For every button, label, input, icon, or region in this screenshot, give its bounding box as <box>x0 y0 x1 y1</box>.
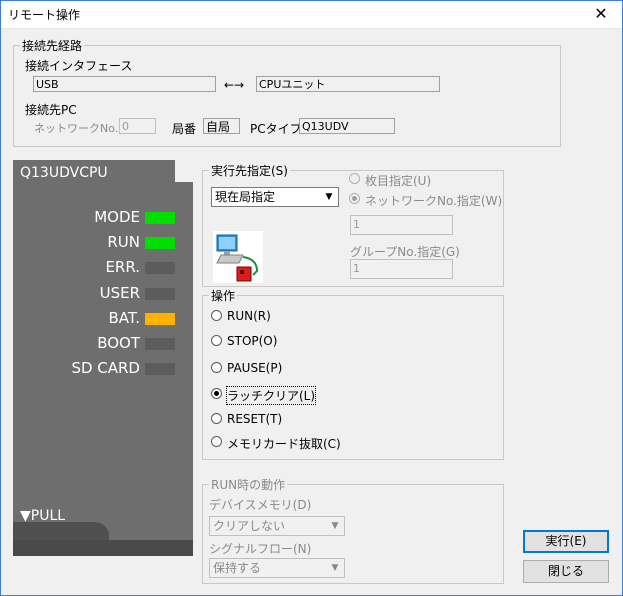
signal-flow-value: 保持する <box>213 561 262 575</box>
chevron-down-icon: ▼ <box>325 192 333 202</box>
option-count-radio[interactable] <box>349 173 360 184</box>
led-label: BOOT <box>97 334 140 352</box>
target-value: CPUユニット <box>256 76 440 92</box>
led-indicator <box>145 212 175 224</box>
exec-target-combo-value: 現在局指定 <box>215 190 276 204</box>
led-indicator <box>145 338 175 350</box>
led-label: SD CARD <box>71 359 140 377</box>
close-button[interactable]: 閉じる <box>523 560 609 583</box>
plc-model: Q13UDVCPU <box>20 165 108 181</box>
device-memory-combo[interactable]: クリアしない ▼ <box>209 516 345 536</box>
led-indicator <box>145 237 175 249</box>
operation-option-label: STOP(O) <box>227 334 278 348</box>
route-legend: 接続先経路 <box>22 39 83 53</box>
operation-option-label: PAUSE(P) <box>227 361 283 375</box>
chevron-down-icon: ▼ <box>331 563 339 573</box>
run-behavior-legend: RUN時の動作 <box>211 478 286 492</box>
led-indicator <box>145 313 175 325</box>
station-label: 局番 <box>172 122 197 136</box>
led-label: RUN <box>107 233 140 251</box>
device-memory-label: デバイスメモリ(D) <box>209 498 312 512</box>
operation-radio[interactable] <box>211 362 222 373</box>
pc-type-value: Q13UDV <box>299 118 395 134</box>
plc-bottom-tab <box>13 522 109 542</box>
option-network-label: ネットワークNo.指定(W) <box>365 194 503 208</box>
led-label: BAT. <box>108 309 140 327</box>
exec-target-legend: 実行先指定(S) <box>211 164 288 178</box>
led-indicator <box>145 262 175 274</box>
led-label: USER <box>99 284 140 302</box>
signal-flow-label: シグナルフロー(N) <box>209 542 312 556</box>
plc-bottom <box>13 540 193 556</box>
operation-radio[interactable] <box>211 413 222 424</box>
operation-option-label: RUN(R) <box>227 309 271 323</box>
option-network-radio[interactable] <box>349 193 360 204</box>
operation-option-label: RESET(T) <box>227 412 283 426</box>
exec-network-field[interactable]: 1 <box>350 215 453 235</box>
title-bar <box>0 0 623 29</box>
operation-radio[interactable] <box>211 388 222 399</box>
network-value: 0 <box>119 118 156 134</box>
exec-target-combo[interactable]: 現在局指定 ▼ <box>211 187 339 207</box>
group-label: グループNo.指定(G) <box>350 245 460 259</box>
pc-label: 接続先PC <box>25 103 77 117</box>
network-label: ネットワークNo. <box>34 122 119 135</box>
plc-notch <box>175 160 193 182</box>
station-value: 自局 <box>203 118 240 134</box>
pull-label: ▼PULL <box>20 508 66 524</box>
device-memory-value: クリアしない <box>213 519 286 533</box>
group-field[interactable]: 1 <box>350 259 453 279</box>
led-indicator <box>145 363 175 375</box>
pc-type-label: PCタイプ <box>250 122 302 136</box>
chevron-down-icon: ▼ <box>331 521 339 531</box>
operation-option-label: ラッチクリア(L) <box>225 386 317 405</box>
interface-label: 接続インタフェース <box>25 59 133 73</box>
window-title: リモート操作 <box>8 8 81 22</box>
operation-legend: 操作 <box>211 289 236 303</box>
operation-radio[interactable] <box>211 310 222 321</box>
led-indicator <box>145 288 175 300</box>
operation-radio[interactable] <box>211 436 222 447</box>
close-icon[interactable]: ✕ <box>579 0 623 28</box>
plc-station-icon <box>213 231 263 283</box>
led-label: MODE <box>94 208 140 226</box>
operation-option-label: メモリカード抜取(C) <box>227 437 341 451</box>
execute-button[interactable]: 実行(E) <box>523 530 609 553</box>
led-label: ERR. <box>105 258 140 276</box>
operation-radio[interactable] <box>211 335 222 346</box>
option-count-label: 枚目指定(U) <box>365 174 432 188</box>
route-arrow: ←→ <box>224 78 245 92</box>
signal-flow-combo[interactable]: 保持する ▼ <box>209 558 345 578</box>
interface-value: USB <box>33 76 216 92</box>
